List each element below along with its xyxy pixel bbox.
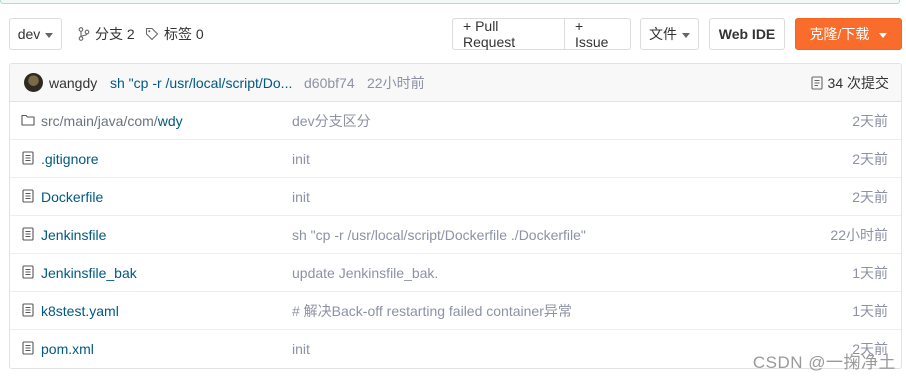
file-row[interactable]: k8stest.yaml # 解决Back-off restarting fail… <box>10 292 901 330</box>
commit-count-link[interactable]: 34 次提交 <box>810 73 889 93</box>
commit-count-label: 34 次提交 <box>827 74 889 91</box>
branches-label: 分支 2 <box>95 26 135 42</box>
file-row[interactable]: .gitignore init 2天前 <box>10 140 901 178</box>
file-row[interactable]: src/main/java/com/wdy dev分支区分 2天前 <box>10 102 901 140</box>
file-name: k8stest.yaml <box>41 302 119 319</box>
file-name-link[interactable]: Dockerfile <box>41 189 103 205</box>
issue-label: + Issue <box>575 18 609 50</box>
branch-icon <box>78 27 90 41</box>
file-commit-time: 1天前 <box>852 264 888 281</box>
file-row[interactable]: Jenkinsfile sh "cp -r /usr/local/script/D… <box>10 216 901 254</box>
file-commit-message[interactable]: dev分支区分 <box>292 111 371 131</box>
file-commit-message[interactable]: init <box>292 151 310 167</box>
file-name-link[interactable]: .gitignore <box>41 151 99 167</box>
file-commit-time: 2天前 <box>852 150 888 167</box>
tags-label: 标签 0 <box>164 26 204 42</box>
file-name-link[interactable]: Jenkinsfile <box>41 227 106 243</box>
file-name: Dockerfile <box>41 188 104 205</box>
top-banner-edge <box>0 0 900 4</box>
file-name-link[interactable]: Jenkinsfile_bak <box>41 265 137 281</box>
file-icon <box>22 265 34 282</box>
file-commit-message[interactable]: update Jenkinsfile_bak. <box>292 265 438 281</box>
tags-link[interactable]: 标签 0 <box>145 18 204 50</box>
file-tree-panel: wangdy sh "cp -r /usr/local/script/Do...… <box>9 63 902 369</box>
commit-time: 22小时前 <box>367 74 425 91</box>
file-icon <box>22 303 34 320</box>
file-name-link[interactable]: src/main/java/com/wdy <box>41 113 183 129</box>
file-name: pom.xml <box>41 341 94 357</box>
file-row[interactable]: Jenkinsfile_bak update Jenkinsfile_bak. 1天… <box>10 254 901 292</box>
pr-issue-group: + Pull Request + Issue <box>452 18 631 50</box>
file-icon <box>22 151 34 168</box>
latest-commit-bar: wangdy sh "cp -r /usr/local/script/Do...… <box>10 64 901 102</box>
chevron-down-icon <box>45 32 54 38</box>
file-name: .gitignore <box>41 150 99 167</box>
file-menu-label: 文件 <box>649 26 677 42</box>
watermark: CSDN @一掬净土 <box>752 353 896 372</box>
chevron-down-icon <box>682 32 690 38</box>
chevron-down-icon <box>879 32 888 38</box>
file-name-link[interactable]: pom.xml <box>41 341 94 357</box>
file-icon <box>22 189 34 206</box>
file-name-link[interactable]: k8stest.yaml <box>41 303 119 319</box>
clone-label: 克隆/下载 <box>809 26 870 42</box>
commits-icon <box>810 75 823 90</box>
new-issue-button[interactable]: + Issue <box>565 18 631 50</box>
file-commit-time: 22小时前 <box>830 226 888 243</box>
branch-select-label: dev <box>17 26 41 42</box>
file-path-prefix: src/main/java/com/ <box>41 112 158 129</box>
file-commit-message[interactable]: init <box>292 189 310 205</box>
folder-icon <box>21 113 35 130</box>
file-menu-button[interactable]: 文件 <box>640 18 699 50</box>
web-ide-button[interactable]: Web IDE <box>709 18 785 50</box>
new-pull-request-button[interactable]: + Pull Request <box>452 18 565 50</box>
file-commit-time: 1天前 <box>852 302 888 319</box>
file-name: wdy <box>157 112 183 129</box>
file-row[interactable]: Dockerfile init 2天前 <box>10 178 901 216</box>
file-commit-message[interactable]: sh "cp -r /usr/local/script/Dockerfile .… <box>292 227 586 243</box>
commit-sha[interactable]: d60bf74 <box>304 75 355 91</box>
commit-author[interactable]: wangdy <box>49 75 97 91</box>
pull-request-label: + Pull Request <box>463 18 516 50</box>
file-list: src/main/java/com/wdy dev分支区分 2天前 .gitignor… <box>10 102 901 368</box>
commit-message[interactable]: sh "cp -r /usr/local/script/Do... <box>110 75 292 91</box>
branches-link[interactable]: 分支 2 <box>78 18 135 50</box>
file-name: Jenkinsfile <box>41 226 107 243</box>
file-commit-time: 2天前 <box>852 112 888 129</box>
avatar[interactable] <box>24 73 43 92</box>
file-commit-message[interactable]: # 解决Back-off restarting failed container… <box>292 301 572 321</box>
tag-icon <box>145 27 159 41</box>
file-icon <box>22 341 34 358</box>
file-icon <box>22 227 34 244</box>
clone-download-button[interactable]: 克隆/下载 <box>795 18 902 50</box>
file-commit-time: 2天前 <box>852 188 888 205</box>
web-ide-label: Web IDE <box>718 26 776 42</box>
file-commit-message[interactable]: init <box>292 341 310 357</box>
branch-select[interactable]: dev <box>9 18 62 50</box>
file-name: Jenkinsfile_bak <box>41 264 137 281</box>
